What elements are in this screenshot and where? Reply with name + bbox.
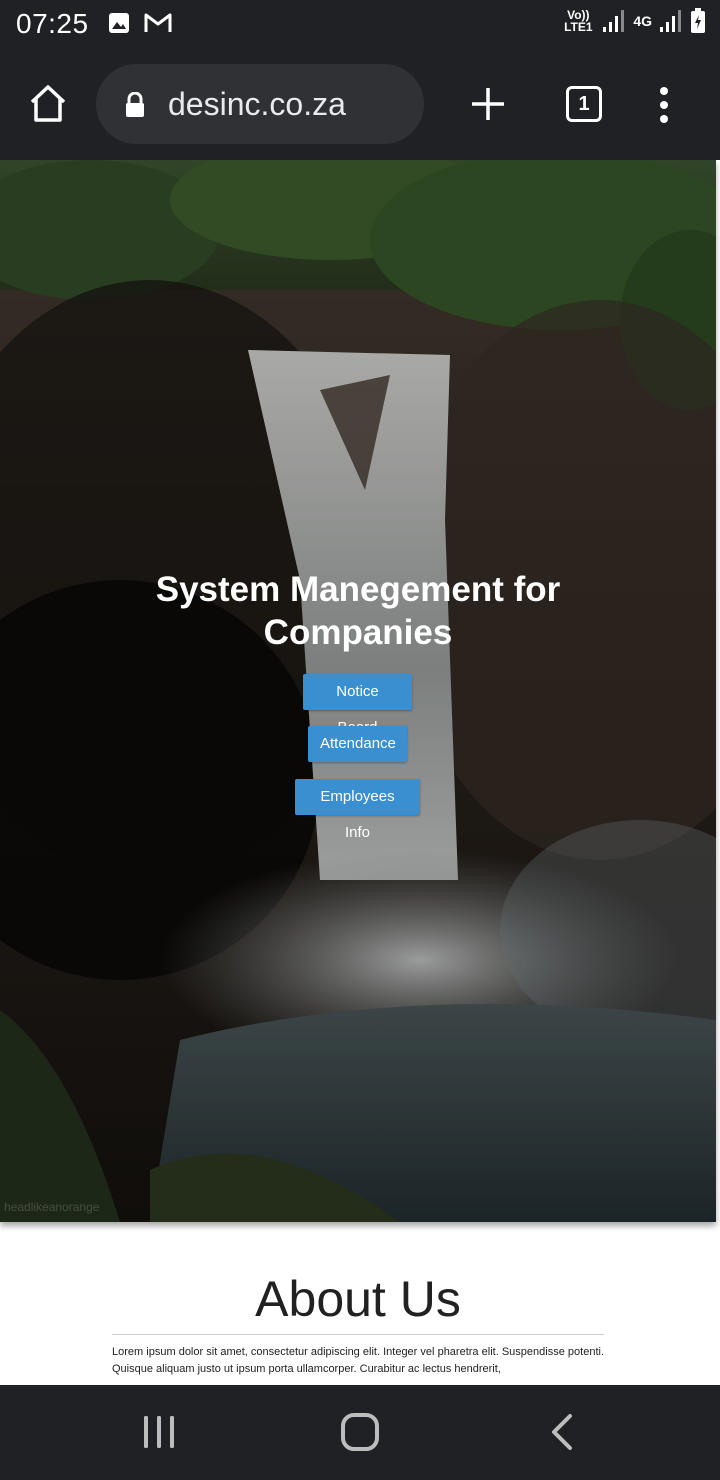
notice-board-button[interactable]: Notice Board <box>303 674 412 736</box>
about-text: Lorem ipsum dolor sit amet, consectetur … <box>112 1346 604 1375</box>
gmail-icon <box>144 13 172 32</box>
battery-icon <box>691 8 705 33</box>
browser-menu-button[interactable] <box>652 86 676 124</box>
photo-credit: headlikeanorange <box>4 1200 100 1214</box>
status-time: 07:25 <box>16 8 89 39</box>
status-right: Vo)) LTE1 4G <box>561 8 706 34</box>
about-divider <box>112 1334 604 1335</box>
recents-icon <box>144 1416 174 1448</box>
new-tab-button[interactable] <box>470 86 506 122</box>
status-bar: 07:25 Vo)) LTE1 4G <box>0 0 720 50</box>
address-bar[interactable]: desinc.co.za <box>96 64 424 144</box>
tab-count: 1 <box>566 86 602 122</box>
network-label-1: Vo)) LTE1 <box>564 8 593 34</box>
tab-switcher-button[interactable]: 1 <box>566 86 602 122</box>
home-nav-button[interactable] <box>340 1413 380 1456</box>
signal-icon-2 <box>660 10 681 32</box>
about-title: About Us <box>255 1271 461 1327</box>
recents-button[interactable] <box>142 1413 176 1456</box>
notification-icons <box>108 12 172 34</box>
back-icon <box>552 1414 572 1450</box>
home-button[interactable] <box>26 82 70 126</box>
signal-icon <box>603 10 625 32</box>
web-page[interactable]: System Manegement for Companies Notice B… <box>0 160 720 1385</box>
home-circle-icon <box>341 1413 379 1451</box>
system-nav-bar <box>0 1385 720 1480</box>
home-icon <box>30 85 66 122</box>
more-vert-icon <box>660 87 668 123</box>
plus-icon <box>472 88 504 120</box>
back-button[interactable] <box>548 1413 576 1456</box>
url-text: desinc.co.za <box>168 86 346 122</box>
browser-toolbar: desinc.co.za 1 <box>0 50 720 160</box>
gallery-icon <box>109 13 129 33</box>
attendance-button[interactable]: Attendance <box>308 726 407 762</box>
lock-icon <box>126 92 144 117</box>
hero-section: System Manegement for Companies Notice B… <box>0 160 716 1222</box>
network-label-2: 4G <box>633 13 652 29</box>
hero-title: System Manegement for Companies <box>155 570 561 652</box>
employees-info-button[interactable]: Employees Info <box>295 779 420 841</box>
